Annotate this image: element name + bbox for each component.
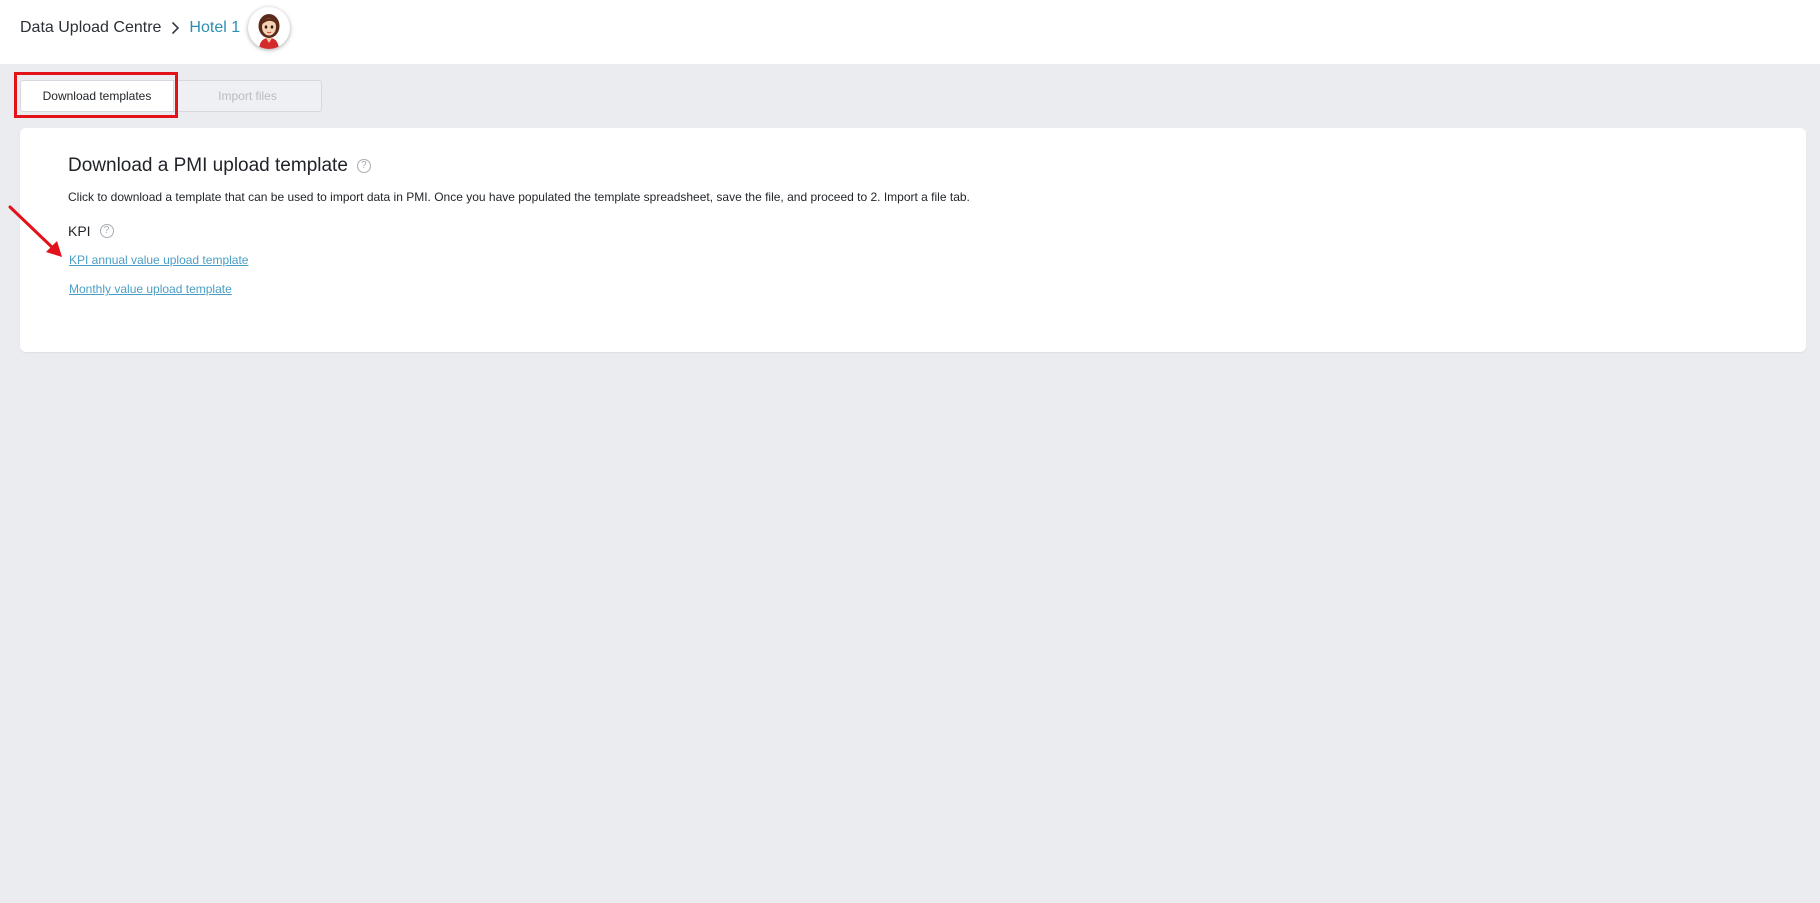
chevron-right-icon	[171, 21, 180, 35]
tab-import-files[interactable]: Import files	[174, 80, 322, 112]
template-card: Download a PMI upload template ? Click t…	[20, 128, 1806, 352]
breadcrumb-root[interactable]: Data Upload Centre	[20, 19, 161, 37]
question-circle-icon[interactable]: ?	[356, 159, 371, 173]
user-avatar[interactable]	[248, 7, 290, 49]
card-title: Download a PMI upload template ?	[68, 155, 371, 177]
breadcrumb-current[interactable]: Hotel 1	[189, 19, 240, 37]
kpi-annual-template-link[interactable]: KPI annual value upload template	[69, 253, 248, 267]
monthly-template-link[interactable]: Monthly value upload template	[69, 282, 232, 296]
breadcrumb: Data Upload Centre Hotel 1	[20, 17, 240, 39]
card-title-text: Download a PMI upload template	[68, 155, 348, 176]
question-circle-icon[interactable]: ?	[99, 224, 114, 238]
section-title-text: KPI	[68, 223, 91, 239]
section-title-kpi: KPI ?	[68, 223, 114, 239]
card-description: Click to download a template that can be…	[68, 190, 970, 204]
top-bar: Data Upload Centre Hotel 1	[0, 0, 1820, 64]
tab-bar: Download templates Import files	[20, 80, 322, 112]
tab-download-templates[interactable]: Download templates	[20, 80, 174, 112]
